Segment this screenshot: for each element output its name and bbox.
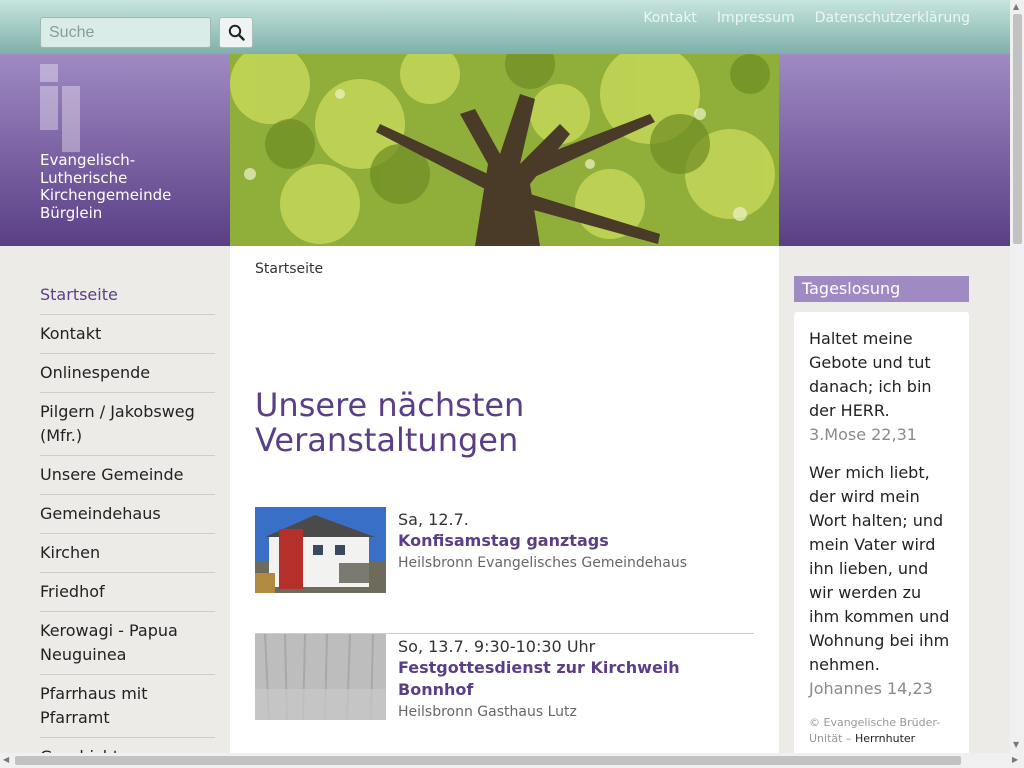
event-title-link[interactable]: Konfisamstag ganztags [398,530,754,552]
top-bar: Kontakt Impressum Datenschutzerklärung [0,0,1010,54]
search-button[interactable] [219,17,253,48]
top-links: Kontakt Impressum Datenschutzerklärung [643,10,970,26]
org-name[interactable]: Evangelisch-Lutherische Kirchengemeinde … [40,151,220,222]
hero-tree-image [230,54,779,246]
search-input[interactable] [40,17,211,48]
event-date: Sa, 12.7. [398,510,469,529]
breadcrumb[interactable]: Startseite [255,261,323,277]
top-link-impressum[interactable]: Impressum [717,10,795,26]
lehrtext-reference: Johannes 14,23 [809,679,933,698]
horizontal-scroll-thumb[interactable] [15,756,961,765]
nav-item-kerowagi[interactable]: Kerowagi - Papua Neuguinea [40,612,215,675]
sidebar-nav: Startseite Kontakt Onlinespende Pilgern … [40,276,215,768]
event-place: Heilsbronn Evangelisches Gemeindehaus [398,555,687,571]
nav-item-friedhof[interactable]: Friedhof [40,573,215,612]
tageslosung-box: Haltet meine Gebote und tut danach; ich … [794,312,969,768]
scroll-right-icon[interactable]: ▶ [1012,755,1018,764]
losung-copyright: © Evangelische Brüder-Unität – Herrnhute… [809,716,941,745]
site-header: Evangelisch-Lutherische Kirchengemeinde … [0,54,1010,246]
nav-item-startseite[interactable]: Startseite [40,276,215,315]
nav-item-gemeindehaus[interactable]: Gemeindehaus [40,495,215,534]
losung-reference: 3.Mose 22,31 [809,425,917,444]
top-link-kontakt[interactable]: Kontakt [643,10,697,26]
event-item: So, 13.7. 9:30-10:30 Uhr Festgottesdiens… [255,634,754,761]
nav-item-pilgern[interactable]: Pilgern / Jakobsweg (Mfr.) [40,393,215,456]
events-list: Sa, 12.7. Konfisamstag ganztags Heilsbro… [255,507,754,761]
losung-verse: Haltet meine Gebote und tut danach; ich … [809,329,932,420]
event-details: Sa, 12.7. Konfisamstag ganztags Heilsbro… [398,510,754,574]
event-item: Sa, 12.7. Konfisamstag ganztags Heilsbro… [255,507,754,634]
event-date: So, 13.7. 9:30-10:30 Uhr [398,637,596,656]
top-link-datenschutz[interactable]: Datenschutzerklärung [815,10,970,26]
nav-item-pfarrhaus[interactable]: Pfarrhaus mit Pfarramt [40,675,215,738]
scroll-up-icon[interactable]: ▲ [1013,2,1019,11]
event-place: Heilsbronn Gasthaus Lutz [398,704,577,720]
page-title: Unsere nächsten Veranstaltungen [255,386,525,459]
nav-item-onlinespende[interactable]: Onlinespende [40,354,215,393]
vertical-scroll-thumb[interactable] [1013,14,1022,244]
nav-item-kontakt[interactable]: Kontakt [40,315,215,354]
herrnhuter-link[interactable]: Herrnhuter [855,732,915,745]
event-image[interactable] [255,634,386,720]
scroll-left-icon[interactable]: ◀ [3,755,9,764]
lehrtext-verse: Wer mich liebt, der wird mein Wort halte… [809,463,950,674]
tageslosung-heading: Tageslosung [794,276,969,302]
vertical-scrollbar[interactable]: ▲ ▼ [1010,0,1024,753]
main-content: Startseite Unsere nächsten Veranstaltung… [230,246,779,768]
scroll-down-icon[interactable]: ▼ [1013,740,1019,749]
event-image[interactable] [255,507,386,593]
event-details: So, 13.7. 9:30-10:30 Uhr Festgottesdiens… [398,637,754,723]
horizontal-scrollbar[interactable]: ◀ ▶ [0,753,1024,768]
nav-item-kirchen[interactable]: Kirchen [40,534,215,573]
nav-item-unsere-gemeinde[interactable]: Unsere Gemeinde [40,456,215,495]
search-icon [228,24,245,41]
right-column: Tageslosung Haltet meine Gebote und tut … [779,246,1010,768]
event-title-link[interactable]: Festgottesdienst zur Kirchweih Bonnhof [398,657,754,701]
church-logo-icon[interactable] [40,64,82,152]
